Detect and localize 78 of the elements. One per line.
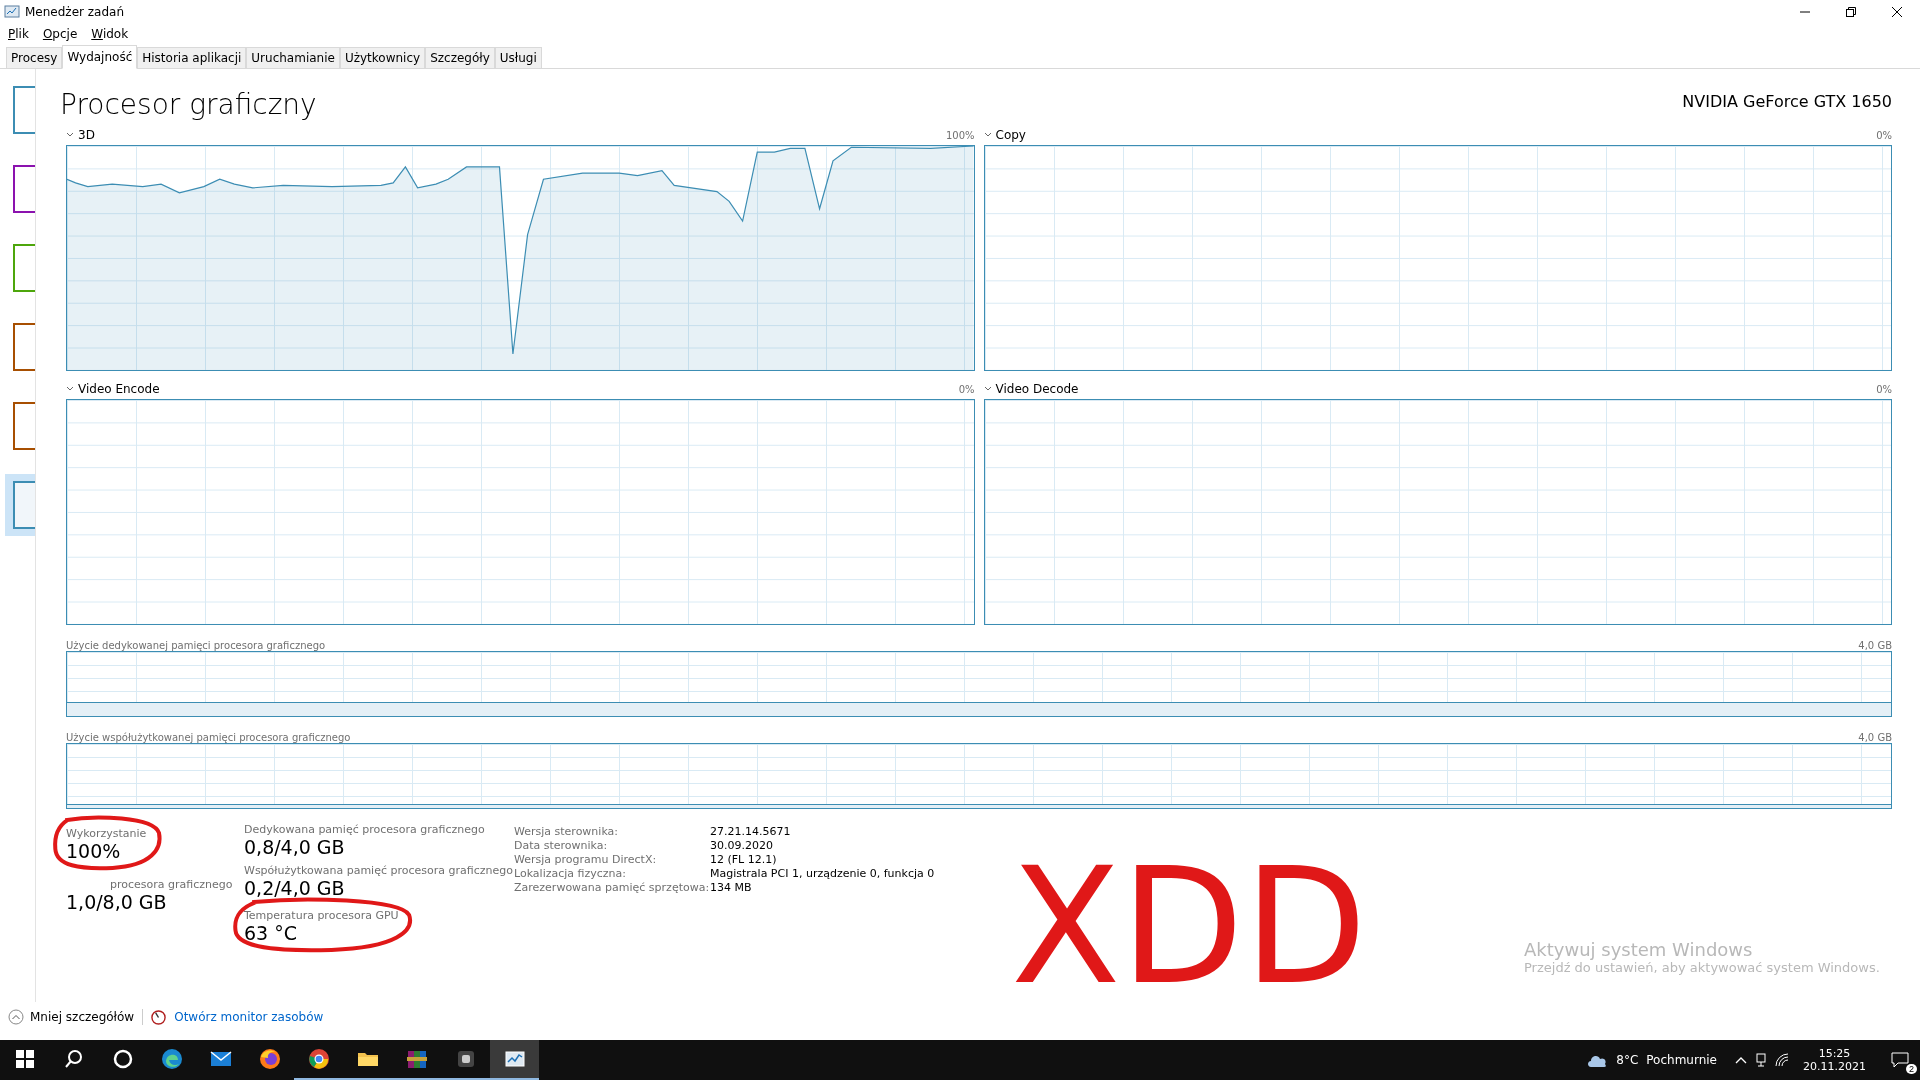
stat-value: 0,2/4,0 GB bbox=[244, 877, 345, 899]
tab[interactable]: Historia aplikacji bbox=[137, 47, 247, 68]
weather-text: Pochmurnie bbox=[1646, 1053, 1717, 1067]
detail-label: Wersja programu DirectX: bbox=[514, 853, 658, 866]
detail-label: Data sterownika: bbox=[514, 839, 609, 852]
chart-window-icon bbox=[503, 1048, 526, 1070]
menu-item[interactable]: Opcje bbox=[42, 27, 78, 41]
books-icon bbox=[405, 1048, 428, 1070]
device-name: NVIDIA GeForce GTX 1650 bbox=[1682, 92, 1892, 111]
window-title: Menedżer zadań bbox=[25, 5, 125, 19]
restore-icon bbox=[1846, 7, 1856, 17]
tab[interactable]: Usługi bbox=[494, 47, 542, 68]
sidebar-item[interactable] bbox=[5, 474, 35, 536]
stat-value: 0,8/4,0 GB bbox=[244, 836, 345, 858]
graph-label: Użycie współużytkowanej pamięci procesora graficznego bbox=[66, 732, 351, 743]
engine-label: Copy bbox=[995, 128, 1027, 142]
graph-max-label: 0% bbox=[1876, 383, 1892, 395]
tab[interactable]: Uruchamianie bbox=[246, 47, 340, 68]
handwritten-annotation: XDD bbox=[1011, 847, 1367, 1007]
tab[interactable]: Wydajność bbox=[62, 45, 138, 69]
detail-label: Lokalizacja fizyczna: bbox=[514, 867, 627, 880]
stat-label: Temperatura procesora GPU bbox=[244, 909, 399, 922]
search-icon bbox=[62, 1048, 85, 1070]
graph-max-label: 100% bbox=[945, 129, 975, 141]
stat-value: 1,0/8,0 GB bbox=[66, 891, 167, 913]
resource-monitor-link[interactable]: Otwórz monitor zasobów bbox=[174, 1010, 324, 1024]
engine-label: 3D bbox=[78, 128, 96, 142]
minimize-icon bbox=[1800, 11, 1810, 13]
tab[interactable]: Szczegóły bbox=[425, 47, 495, 68]
tab[interactable]: Użytkownicy bbox=[339, 47, 426, 68]
temperature-text: 8°C bbox=[1616, 1053, 1639, 1067]
fox-globe-icon bbox=[258, 1048, 281, 1070]
menu-item[interactable]: Plik bbox=[8, 27, 29, 41]
graph-max-label: 4,0 GB bbox=[1858, 640, 1892, 651]
graph-max-label: 4,0 GB bbox=[1858, 732, 1892, 743]
device-icon[interactable] bbox=[1755, 1053, 1767, 1067]
speech-bubble-icon bbox=[1891, 1052, 1909, 1068]
wifi-icon[interactable] bbox=[1775, 1053, 1789, 1067]
gauge-icon bbox=[151, 1009, 167, 1025]
page-title: Procesor graficzny bbox=[60, 88, 317, 121]
clock[interactable]: 15:25 20.11.2021 bbox=[1803, 1047, 1866, 1073]
detail-value: 12 (FL 12.1) bbox=[710, 853, 778, 866]
engine-label: Video Decode bbox=[995, 382, 1080, 396]
detail-value: 30.09.2020 bbox=[710, 839, 774, 852]
fewer-details-button[interactable]: Mniej szczegółów bbox=[8, 1009, 135, 1025]
tab[interactable]: Procesy bbox=[6, 47, 63, 68]
notifications-button[interactable]: 2 bbox=[1880, 1040, 1920, 1080]
chevron-down-icon[interactable] bbox=[983, 132, 992, 138]
swirl-icon bbox=[160, 1048, 183, 1070]
graph-label: Użycie dedykowanej pamięci procesora graficznego bbox=[66, 640, 326, 651]
activation-subtitle: Przejdź do ustawień, aby aktywować system Windows. bbox=[1524, 960, 1880, 975]
detail-value: Magistrala PCI 1, urządzenie 0, funkcja 0 bbox=[710, 867, 935, 880]
graph-max-label: 0% bbox=[958, 383, 975, 395]
chevron-up-icon[interactable] bbox=[1735, 1056, 1747, 1064]
menu-item[interactable]: Widok bbox=[91, 27, 129, 41]
chevron-down-icon[interactable] bbox=[66, 386, 74, 392]
graph-max-label: 0% bbox=[1876, 129, 1892, 141]
activation-title: Aktywuj system Windows bbox=[1524, 939, 1754, 960]
detail-value: 134 MB bbox=[710, 881, 753, 894]
stat-value: 63 °C bbox=[244, 922, 297, 944]
detail-label: Wersja sterownika: bbox=[514, 825, 620, 838]
detail-value: 27.21.14.5671 bbox=[710, 825, 792, 838]
chrome-icon bbox=[307, 1048, 330, 1070]
chevron-down-icon[interactable] bbox=[66, 132, 74, 138]
engine-label: Video Encode bbox=[78, 382, 161, 396]
chart-window-icon bbox=[4, 5, 20, 19]
stat-label: Współużytkowana pamięć procesora graficznego bbox=[244, 864, 513, 877]
chevron-up-icon bbox=[8, 1009, 24, 1025]
windows-logo-icon bbox=[13, 1048, 36, 1070]
taskbar-button[interactable] bbox=[490, 1040, 539, 1080]
stat-label: Wykorzystanie bbox=[66, 827, 147, 840]
stat-value: 100% bbox=[66, 840, 121, 862]
chevron-down-icon[interactable] bbox=[983, 386, 992, 392]
stat-label: procesora graficznego bbox=[110, 878, 233, 891]
close-icon bbox=[1892, 7, 1902, 17]
circle-icon bbox=[111, 1048, 134, 1070]
stat-label: Dedykowana pamięć procesora graficznego bbox=[244, 823, 485, 836]
detail-label: Zarezerwowana pamięć sprzętowa: bbox=[514, 881, 710, 894]
